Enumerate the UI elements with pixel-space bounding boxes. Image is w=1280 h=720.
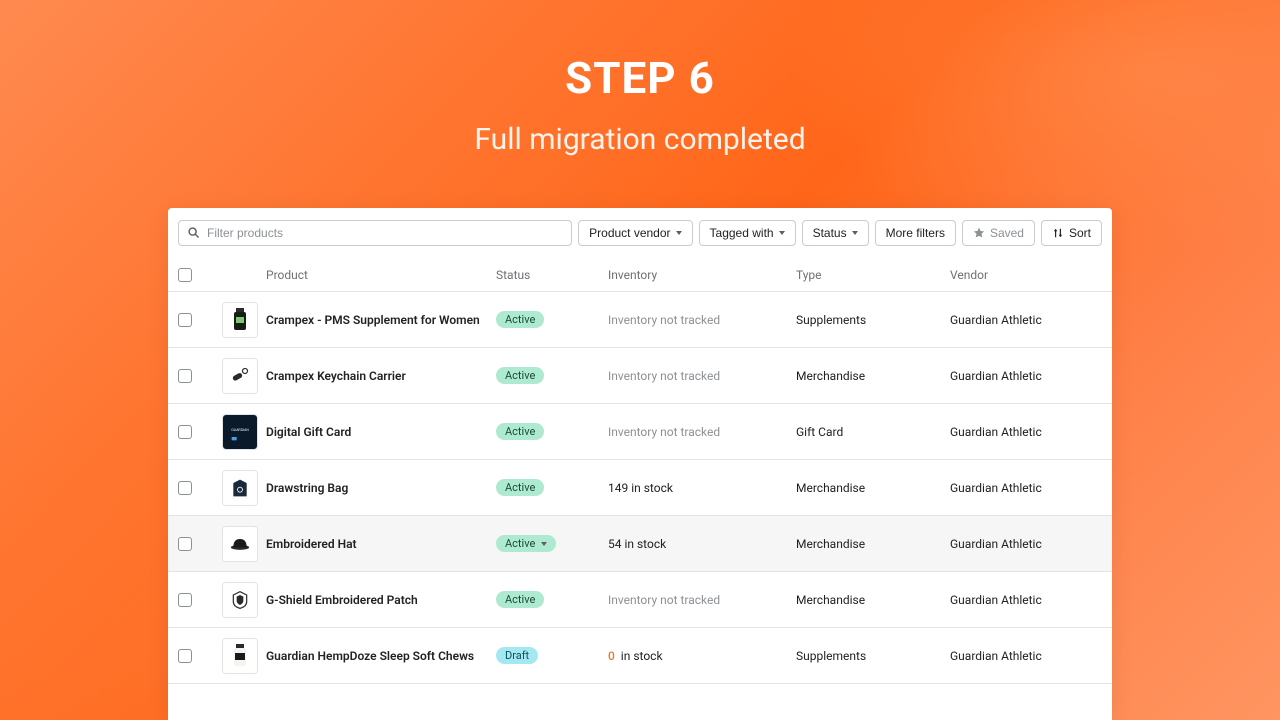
row-checkbox[interactable] — [178, 649, 192, 663]
more-filters-button[interactable]: More filters — [875, 220, 956, 246]
row-checkbox[interactable] — [178, 593, 192, 607]
vendor-cell: Guardian Athletic — [950, 593, 1102, 607]
status-badge[interactable]: Active — [496, 535, 556, 552]
step-subtitle: Full migration completed — [0, 122, 1280, 157]
inventory-text: 54 in stock — [608, 537, 666, 551]
status-badge: Active — [496, 423, 544, 440]
inventory-text: Inventory not tracked — [608, 425, 720, 439]
inventory-text: Inventory not tracked — [608, 369, 720, 383]
status-filter-button[interactable]: Status — [802, 220, 869, 246]
table-row[interactable]: GUARDIAN Digital Gift CardActive Inventory… — [168, 404, 1112, 460]
chevron-down-icon — [541, 542, 547, 546]
status-badge: Active — [496, 367, 544, 384]
inventory-text: 149 in stock — [608, 481, 673, 495]
star-icon — [973, 227, 985, 239]
type-cell: Supplements — [796, 649, 950, 663]
col-inventory: Inventory — [608, 268, 796, 282]
table-header-row: Product Status Inventory Type Vendor — [168, 258, 1112, 292]
chevron-down-icon — [779, 231, 785, 235]
product-thumbnail[interactable] — [222, 470, 258, 506]
search-icon — [187, 226, 201, 240]
filter-bar: Product vendor Tagged with Status More f… — [168, 208, 1112, 258]
product-thumbnail[interactable] — [222, 358, 258, 394]
row-checkbox[interactable] — [178, 369, 192, 383]
chevron-down-icon — [676, 231, 682, 235]
inventory-text: Inventory not tracked — [608, 593, 720, 607]
vendor-cell: Guardian Athletic — [950, 313, 1102, 327]
select-all-checkbox[interactable] — [178, 268, 192, 282]
page-header: STEP 6 Full migration completed — [0, 0, 1280, 157]
product-thumbnail[interactable] — [222, 638, 258, 674]
product-thumbnail[interactable] — [222, 302, 258, 338]
type-cell: Merchandise — [796, 593, 950, 607]
status-badge: Active — [496, 591, 544, 608]
status-badge: Active — [496, 311, 544, 328]
vendor-filter-button[interactable]: Product vendor — [578, 220, 692, 246]
type-cell: Supplements — [796, 313, 950, 327]
inventory-qty: 0 — [608, 649, 615, 663]
inventory-suffix: in stock — [618, 649, 663, 663]
status-badge: Active — [496, 479, 544, 496]
product-thumbnail[interactable] — [222, 526, 258, 562]
table-row[interactable]: Crampex - PMS Supplement for WomenActive… — [168, 292, 1112, 348]
sort-button[interactable]: Sort — [1041, 220, 1102, 246]
search-input-wrap[interactable] — [178, 220, 572, 246]
table-row[interactable]: Crampex Keychain CarrierActive Inventory … — [168, 348, 1112, 404]
products-table: Product Status Inventory Type Vendor Cra… — [168, 258, 1112, 684]
inventory-cell: Inventory not tracked — [608, 425, 796, 439]
product-thumbnail[interactable]: GUARDIAN — [222, 414, 258, 450]
vendor-cell: Guardian Athletic — [950, 481, 1102, 495]
product-name[interactable]: Digital Gift Card — [266, 425, 496, 439]
sort-icon — [1052, 227, 1064, 239]
inventory-cell: Inventory not tracked — [608, 369, 796, 383]
product-name[interactable]: Guardian HempDoze Sleep Soft Chews — [266, 649, 496, 663]
type-cell: Gift Card — [796, 425, 950, 439]
product-name[interactable]: G-Shield Embroidered Patch — [266, 593, 496, 607]
tagged-filter-button[interactable]: Tagged with — [699, 220, 796, 246]
vendor-cell: Guardian Athletic — [950, 369, 1102, 383]
inventory-cell: Inventory not tracked — [608, 313, 796, 327]
row-checkbox[interactable] — [178, 313, 192, 327]
row-checkbox[interactable] — [178, 425, 192, 439]
chevron-down-icon — [852, 231, 858, 235]
type-cell: Merchandise — [796, 481, 950, 495]
type-cell: Merchandise — [796, 537, 950, 551]
col-product: Product — [266, 268, 496, 282]
row-checkbox[interactable] — [178, 537, 192, 551]
svg-text:GUARDIAN: GUARDIAN — [231, 428, 249, 432]
products-panel: Product vendor Tagged with Status More f… — [168, 208, 1112, 720]
inventory-cell: 0 in stock — [608, 649, 796, 663]
type-cell: Merchandise — [796, 369, 950, 383]
table-row[interactable]: G-Shield Embroidered PatchActive Inventor… — [168, 572, 1112, 628]
inventory-cell: 149 in stock — [608, 481, 796, 495]
status-badge: Draft — [496, 647, 538, 664]
inventory-text: Inventory not tracked — [608, 313, 720, 327]
col-vendor: Vendor — [950, 268, 1102, 282]
step-title: STEP 6 — [0, 52, 1280, 104]
product-name[interactable]: Crampex Keychain Carrier — [266, 369, 496, 383]
vendor-cell: Guardian Athletic — [950, 537, 1102, 551]
search-input[interactable] — [207, 226, 563, 240]
product-name[interactable]: Crampex - PMS Supplement for Women — [266, 313, 496, 327]
saved-button[interactable]: Saved — [962, 220, 1035, 246]
table-row[interactable]: Drawstring BagActive 149 in stock Merchand… — [168, 460, 1112, 516]
product-thumbnail[interactable] — [222, 582, 258, 618]
col-type: Type — [796, 268, 950, 282]
product-name[interactable]: Drawstring Bag — [266, 481, 496, 495]
col-status: Status — [496, 268, 608, 282]
product-name[interactable]: Embroidered Hat — [266, 537, 496, 551]
row-checkbox[interactable] — [178, 481, 192, 495]
vendor-cell: Guardian Athletic — [950, 649, 1102, 663]
vendor-cell: Guardian Athletic — [950, 425, 1102, 439]
inventory-cell: 54 in stock — [608, 537, 796, 551]
inventory-cell: Inventory not tracked — [608, 593, 796, 607]
table-row[interactable]: Guardian HempDoze Sleep Soft ChewsDraft 0… — [168, 628, 1112, 684]
table-row[interactable]: Embroidered HatActive 54 in stock Merchand… — [168, 516, 1112, 572]
